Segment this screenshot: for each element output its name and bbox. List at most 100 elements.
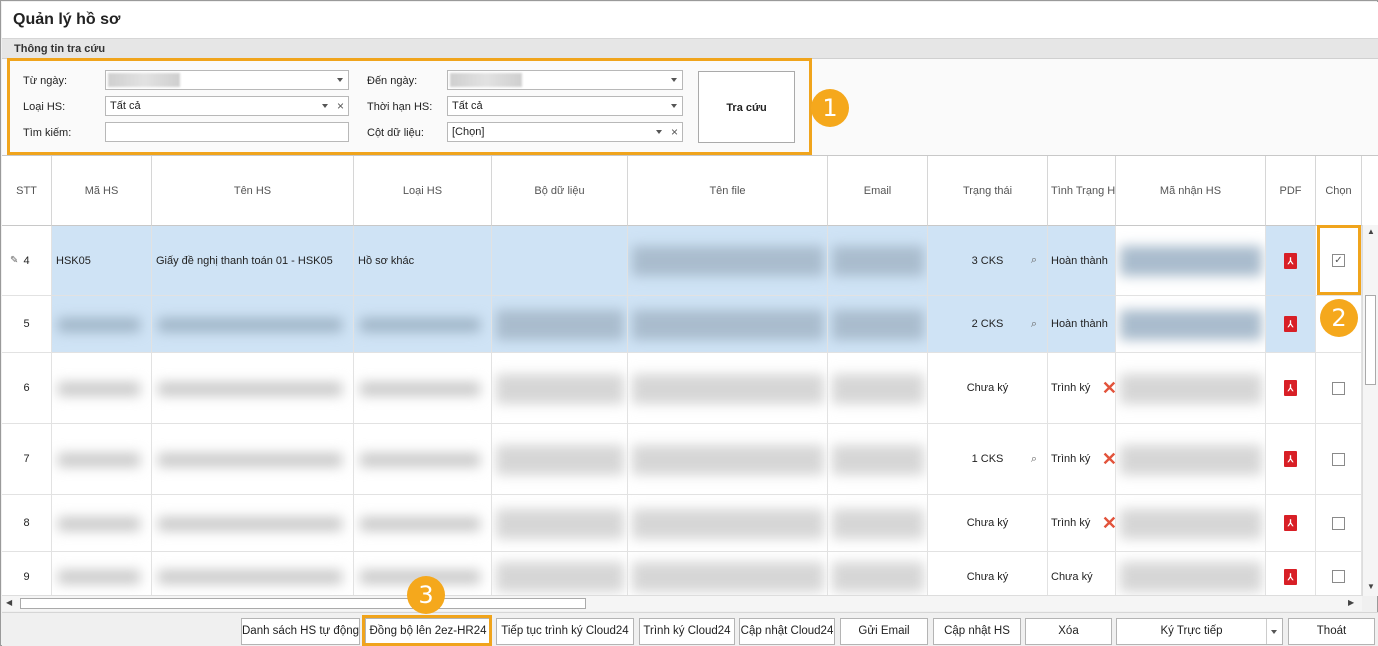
receive-code-cell[interactable]: [1116, 424, 1266, 495]
select-checkbox[interactable]: [1332, 516, 1345, 530]
from-date-field[interactable]: [105, 70, 349, 90]
clear-icon[interactable]: ×: [671, 125, 678, 139]
signature-status-cell[interactable]: Chưa ký: [928, 495, 1048, 552]
magnifier-icon[interactable]: ⌕: [1031, 254, 1037, 267]
column-header[interactable]: Tên file: [628, 156, 828, 226]
filename-cell[interactable]: [628, 296, 828, 353]
table-row[interactable]: 8 Chưa ký Trình ký ✕ ⅄: [2, 495, 1362, 552]
to-date-field[interactable]: [447, 70, 683, 90]
search-input[interactable]: [105, 122, 349, 142]
search-button[interactable]: Tra cứu: [698, 71, 795, 143]
pdf-icon[interactable]: ⅄: [1284, 568, 1297, 585]
pdf-cell[interactable]: ⅄: [1266, 353, 1316, 424]
pdf-icon[interactable]: ⅄: [1284, 316, 1297, 332]
signature-status-cell[interactable]: Chưa ký: [928, 353, 1048, 424]
chevron-down-icon[interactable]: [656, 130, 662, 134]
select-cell[interactable]: ✓: [1316, 226, 1362, 296]
receive-code-cell[interactable]: [1116, 552, 1266, 596]
table-row[interactable]: 5 2 CKS ⌕ Hoàn thành ⅄: [2, 296, 1362, 353]
receive-code-cell[interactable]: [1116, 353, 1266, 424]
chevron-down-icon[interactable]: [671, 104, 677, 108]
type-select[interactable]: Tất cả ×: [105, 96, 349, 116]
submit-cloud-button[interactable]: Trình ký Cloud24: [639, 618, 735, 645]
select-checkbox[interactable]: [1332, 381, 1345, 395]
select-cell[interactable]: [1316, 495, 1362, 552]
record-state-cell[interactable]: Chưa ký: [1048, 552, 1116, 596]
delete-button[interactable]: Xóa: [1025, 618, 1112, 645]
record-state-cell[interactable]: Trình ký ✕: [1048, 424, 1116, 495]
update-hs-button[interactable]: Cập nhật HS: [933, 618, 1021, 645]
x-mark-icon[interactable]: ✕: [1102, 378, 1115, 399]
row-number-cell[interactable]: 8: [2, 495, 52, 552]
type-cell[interactable]: Hồ sơ khác: [354, 226, 492, 296]
update-cloud-button[interactable]: Cập nhật Cloud24: [739, 618, 835, 645]
signature-status-cell[interactable]: 1 CKS ⌕: [928, 424, 1048, 495]
email-cell[interactable]: [828, 495, 928, 552]
table-row[interactable]: 7 1 CKS ⌕ Trình ký ✕ ⅄: [2, 424, 1362, 495]
column-header[interactable]: Chọn: [1316, 156, 1362, 226]
table-row[interactable]: 9 Chưa ký Chưa ký ⅄: [2, 552, 1362, 596]
record-state-cell[interactable]: Hoàn thành: [1048, 296, 1116, 353]
type-cell[interactable]: [354, 424, 492, 495]
pdf-cell[interactable]: ⅄: [1266, 495, 1316, 552]
pdf-icon[interactable]: ⅄: [1284, 252, 1297, 269]
code-cell[interactable]: [52, 495, 152, 552]
record-state-cell[interactable]: Trình ký ✕: [1048, 495, 1116, 552]
column-header[interactable]: Tình Trạng HS: [1048, 156, 1116, 226]
dataset-cell[interactable]: [492, 552, 628, 596]
row-number-cell[interactable]: ✎ 4: [2, 226, 52, 296]
x-mark-icon[interactable]: ✕: [1102, 449, 1115, 470]
scroll-right-icon[interactable]: ▶: [1348, 598, 1354, 607]
select-checkbox[interactable]: [1332, 452, 1345, 466]
select-cell[interactable]: [1316, 552, 1362, 596]
filename-cell[interactable]: [628, 552, 828, 596]
row-number-cell[interactable]: 6: [2, 353, 52, 424]
signature-status-cell[interactable]: Chưa ký: [928, 552, 1048, 596]
name-cell[interactable]: [152, 495, 354, 552]
send-email-button[interactable]: Gửi Email: [840, 618, 928, 645]
select-checkbox[interactable]: [1332, 570, 1345, 583]
row-number-cell[interactable]: 7: [2, 424, 52, 495]
horizontal-scroll-thumb[interactable]: [20, 598, 586, 609]
email-cell[interactable]: [828, 296, 928, 353]
row-number-cell[interactable]: 9: [2, 552, 52, 596]
email-cell[interactable]: [828, 552, 928, 596]
column-header[interactable]: Email: [828, 156, 928, 226]
type-cell[interactable]: [354, 353, 492, 424]
pdf-cell[interactable]: ⅄: [1266, 226, 1316, 296]
name-cell[interactable]: Giấy đề nghị thanh toán 01 - HSK05: [152, 226, 354, 296]
email-cell[interactable]: [828, 226, 928, 296]
dataset-cell[interactable]: [492, 353, 628, 424]
receive-code-cell[interactable]: [1116, 296, 1266, 353]
type-cell[interactable]: [354, 495, 492, 552]
row-number-cell[interactable]: 5: [2, 296, 52, 353]
dataset-cell[interactable]: [492, 226, 628, 296]
sign-direct-button[interactable]: Ký Trực tiếp: [1116, 618, 1283, 645]
column-header[interactable]: STT: [2, 156, 52, 226]
record-state-cell[interactable]: Trình ký ✕: [1048, 353, 1116, 424]
horizontal-scrollbar[interactable]: ◀ ▶: [2, 595, 1362, 611]
signature-status-cell[interactable]: 3 CKS ⌕: [928, 226, 1048, 296]
auto-list-button[interactable]: Danh sách HS tự động: [241, 618, 360, 645]
chevron-down-icon[interactable]: [671, 78, 677, 82]
vertical-scrollbar[interactable]: ▲ ▼: [1362, 225, 1378, 596]
dataset-cell[interactable]: [492, 495, 628, 552]
email-cell[interactable]: [828, 424, 928, 495]
scroll-up-icon[interactable]: ▲: [1367, 227, 1375, 236]
code-cell[interactable]: [52, 424, 152, 495]
select-cell[interactable]: [1316, 353, 1362, 424]
column-header[interactable]: Trạng thái: [928, 156, 1048, 226]
exit-button[interactable]: Thoát: [1288, 618, 1375, 645]
pdf-cell[interactable]: ⅄: [1266, 552, 1316, 596]
vertical-scroll-thumb[interactable]: [1365, 295, 1376, 385]
table-row[interactable]: ✎ 4 HSK05 Giấy đề nghị thanh toán 01 - HSK0…: [2, 226, 1362, 296]
select-checkbox[interactable]: ✓: [1332, 254, 1345, 267]
column-select[interactable]: [Chọn] ×: [447, 122, 683, 142]
chevron-down-icon[interactable]: [337, 78, 343, 82]
magnifier-icon[interactable]: ⌕: [1031, 453, 1037, 466]
chevron-down-icon[interactable]: [322, 104, 328, 108]
column-header[interactable]: PDF: [1266, 156, 1316, 226]
sign-direct-dropdown[interactable]: [1266, 619, 1282, 644]
name-cell[interactable]: [152, 552, 354, 596]
continue-cloud-button[interactable]: Tiếp tục trình ký Cloud24: [496, 618, 634, 645]
